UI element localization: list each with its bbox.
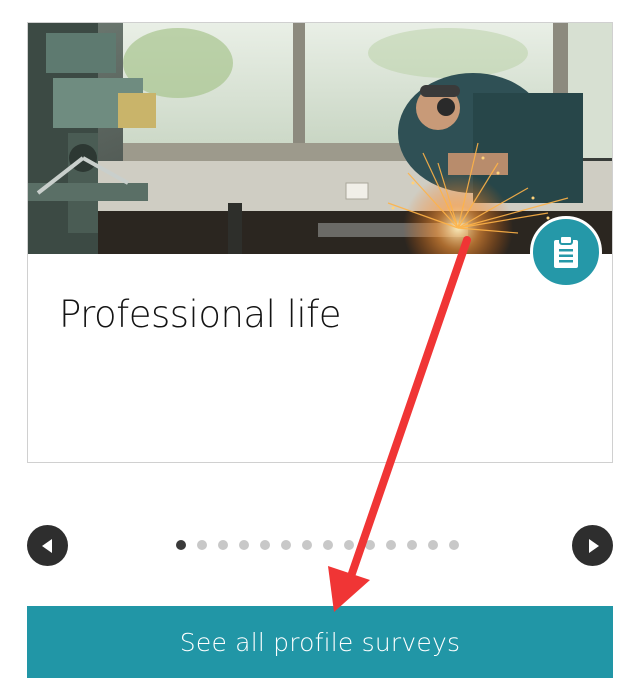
carousel-dot[interactable] [344,540,354,550]
carousel-dot[interactable] [449,540,459,550]
carousel-dot[interactable] [260,540,270,550]
carousel-dot[interactable] [197,540,207,550]
survey-type-badge [530,216,602,288]
carousel-controls [0,520,640,570]
carousel-dot[interactable] [386,540,396,550]
carousel-dot[interactable] [407,540,417,550]
card-title: Professional life [59,293,341,336]
carousel-next-button[interactable] [572,525,613,566]
carousel-prev-button[interactable] [27,525,68,566]
see-all-surveys-button[interactable]: See all profile surveys [27,606,613,678]
card-image [28,23,612,254]
carousel-dot[interactable] [323,540,333,550]
carousel-dot[interactable] [239,540,249,550]
carousel-dot[interactable] [428,540,438,550]
carousel-dot[interactable] [302,540,312,550]
chevron-left-icon [41,538,52,553]
carousel-dot[interactable] [218,540,228,550]
chevron-right-icon [588,538,599,553]
carousel-dot[interactable] [365,540,375,550]
carousel-dot[interactable] [281,540,291,550]
clipboard-icon [554,235,578,268]
carousel-dot[interactable] [176,540,186,550]
carousel-pagination [176,540,459,550]
survey-page: Professional life See all profile survey… [0,0,640,687]
survey-category-card[interactable]: Professional life [27,22,613,463]
